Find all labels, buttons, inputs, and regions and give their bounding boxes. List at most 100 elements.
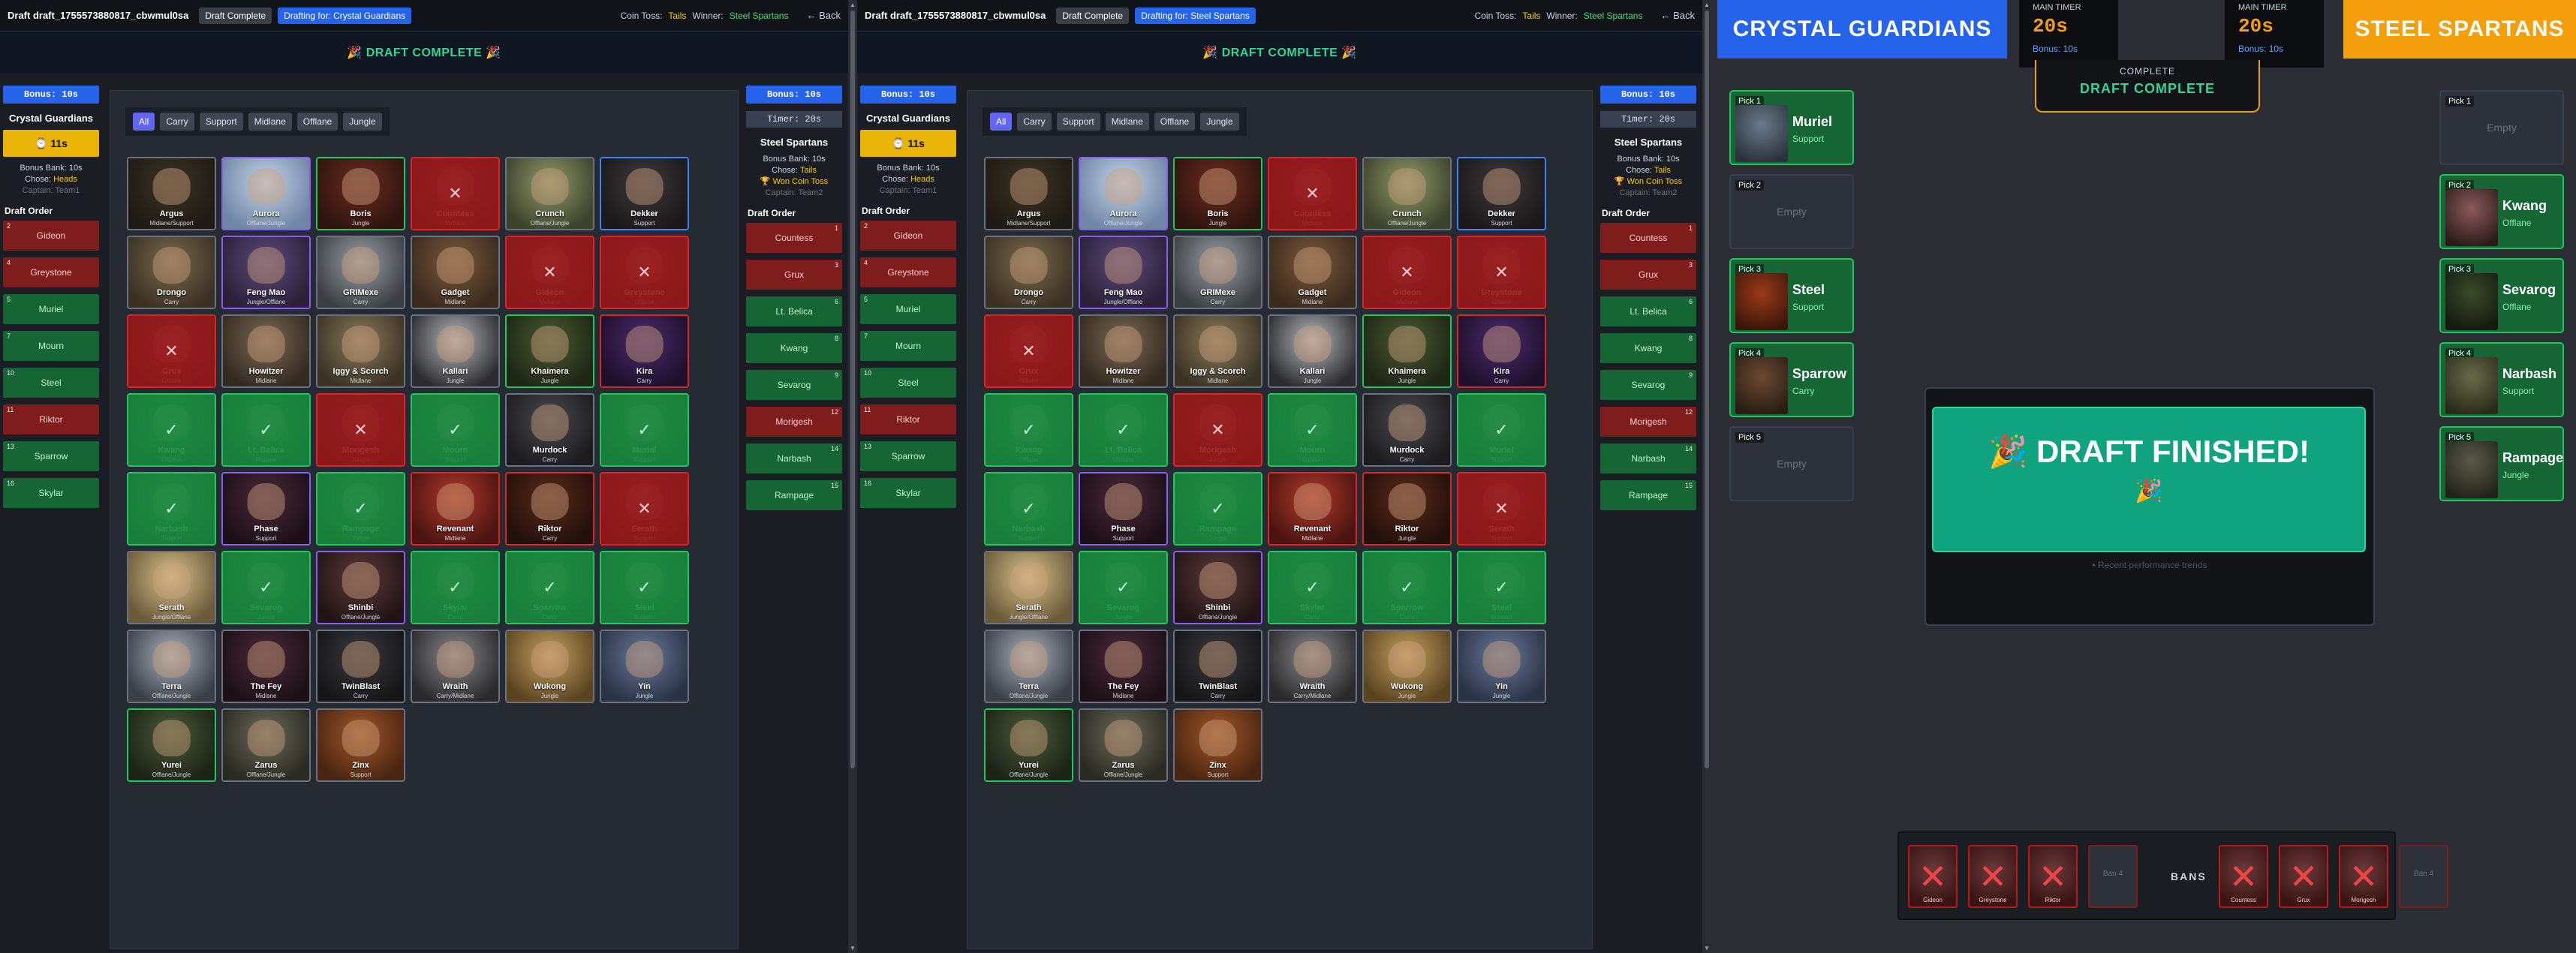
hero-card-muriel[interactable]: MurielSupport✓	[600, 393, 689, 467]
hero-card-revenant[interactable]: Revenant Midlane	[411, 472, 500, 546]
panel-2-scrollbar[interactable]: ▲ ▼	[1702, 0, 1711, 953]
hero-card-terra[interactable]: Terra Offlane/Jungle	[984, 630, 1073, 703]
hero-card-narbash[interactable]: NarbashSupport✓	[984, 472, 1073, 546]
hero-card-grimexe[interactable]: GRIMexe Carry	[316, 236, 405, 309]
draft-complete-button[interactable]: Draft Complete	[199, 7, 272, 24]
hero-card-howitzer[interactable]: Howitzer Midlane	[1079, 314, 1168, 388]
hero-card-muriel[interactable]: MurielSupport✓	[1457, 393, 1546, 467]
hero-card-wukong[interactable]: Wukong Jungle	[505, 630, 594, 703]
hero-card-mourn[interactable]: MournSupport✓	[411, 393, 500, 467]
hero-card-zinx[interactable]: Zinx Support	[1173, 708, 1262, 782]
hero-card-kallari[interactable]: Kallari Jungle	[1268, 314, 1357, 388]
hero-card-kira[interactable]: Kira Carry	[600, 314, 689, 388]
hero-card-dekker[interactable]: Dekker Support	[1457, 157, 1546, 230]
hero-card-wraith[interactable]: Wraith Carry/Midlane	[1268, 630, 1357, 703]
drafting-for-button[interactable]: Drafting for: Steel Spartans	[1135, 7, 1256, 24]
hero-card-wukong[interactable]: Wukong Jungle	[1362, 630, 1452, 703]
hero-card-iggy-scorch[interactable]: Iggy & Scorch Midlane	[316, 314, 405, 388]
scroll-thumb[interactable]	[1705, 11, 1709, 768]
hero-card-aurora[interactable]: Aurora Offlane/Jungle	[1079, 157, 1168, 230]
hero-card-countess[interactable]: CountessMidlane✕	[1268, 157, 1357, 230]
draft-complete-button[interactable]: Draft Complete	[1056, 7, 1130, 24]
drafting-for-button[interactable]: Drafting for: Crystal Guardians	[278, 7, 412, 24]
hero-card-boris[interactable]: Boris Jungle	[1173, 157, 1262, 230]
hero-card-crunch[interactable]: Crunch Offlane/Jungle	[505, 157, 594, 230]
hero-card-greystone[interactable]: GreystoneOfflane✕	[1457, 236, 1546, 309]
filter-offlane[interactable]: Offlane	[1154, 113, 1196, 131]
hero-card-yurei[interactable]: Yurei Offlane/Jungle	[984, 708, 1073, 782]
hero-card-rampage[interactable]: RampageJungle✓	[1173, 472, 1262, 546]
hero-card-twinblast[interactable]: TwinBlast Carry	[1173, 630, 1262, 703]
hero-card-zarus[interactable]: Zarus Offlane/Jungle	[1079, 708, 1168, 782]
hero-card-drongo[interactable]: Drongo Carry	[127, 236, 216, 309]
scroll-down-icon[interactable]: ▼	[1704, 945, 1710, 951]
hero-card-dekker[interactable]: Dekker Support	[600, 157, 689, 230]
hero-card-aurora[interactable]: Aurora Offlane/Jungle	[221, 157, 311, 230]
hero-card-serath[interactable]: SerathSupport✕	[600, 472, 689, 546]
filter-jungle[interactable]: Jungle	[1200, 113, 1239, 131]
filter-offlane[interactable]: Offlane	[296, 113, 339, 131]
hero-card-steel[interactable]: SteelSupport✓	[1457, 551, 1546, 624]
hero-card-riktor[interactable]: Riktor Carry	[505, 472, 594, 546]
hero-card-countess[interactable]: CountessMidlane✕	[411, 157, 500, 230]
hero-card-terra[interactable]: Terra Offlane/Jungle	[127, 630, 216, 703]
scroll-down-icon[interactable]: ▼	[850, 945, 856, 951]
hero-card-lt-belica[interactable]: Lt. BelicaMidlane✓	[221, 393, 311, 467]
scroll-up-icon[interactable]: ▲	[850, 2, 856, 8]
hero-card-greystone[interactable]: GreystoneOfflane✕	[600, 236, 689, 309]
hero-card-feng-mao[interactable]: Feng Mao Jungle/Offlane	[221, 236, 311, 309]
filter-midlane[interactable]: Midlane	[248, 113, 292, 131]
filter-support[interactable]: Support	[199, 113, 243, 131]
hero-card-gadget[interactable]: Gadget Midlane	[411, 236, 500, 309]
filter-all[interactable]: All	[133, 113, 155, 131]
hero-card-sevarog[interactable]: SevarogJungle✓	[1079, 551, 1168, 624]
hero-card-grux[interactable]: GruxOfflane✕	[984, 314, 1073, 388]
hero-card-argus[interactable]: Argus Midlane/Support	[984, 157, 1073, 230]
hero-card-boris[interactable]: Boris Jungle	[316, 157, 405, 230]
hero-card-serath[interactable]: Serath Jungle/Offlane	[984, 551, 1073, 624]
hero-card-murdock[interactable]: Murdock Carry	[1362, 393, 1452, 467]
hero-card-twinblast[interactable]: TwinBlast Carry	[316, 630, 405, 703]
hero-card-the-fey[interactable]: The Fey Midlane	[1079, 630, 1168, 703]
filter-support[interactable]: Support	[1056, 113, 1100, 131]
hero-card-phase[interactable]: Phase Support	[1079, 472, 1168, 546]
hero-card-sparrow[interactable]: SparrowCarry✓	[505, 551, 594, 624]
filter-all[interactable]: All	[990, 113, 1013, 131]
hero-card-mourn[interactable]: MournSupport✓	[1268, 393, 1357, 467]
hero-card-shinbi[interactable]: Shinbi Offlane/Jungle	[316, 551, 405, 624]
filter-midlane[interactable]: Midlane	[1105, 113, 1149, 131]
hero-card-khaimera[interactable]: Khaimera Jungle	[1362, 314, 1452, 388]
hero-card-gadget[interactable]: Gadget Midlane	[1268, 236, 1357, 309]
hero-card-lt-belica[interactable]: Lt. BelicaMidlane✓	[1079, 393, 1168, 467]
hero-card-kwang[interactable]: KwangOfflane✓	[127, 393, 216, 467]
hero-card-grux[interactable]: GruxOfflane✕	[127, 314, 216, 388]
hero-card-morigesh[interactable]: MorigeshJungle✕	[316, 393, 405, 467]
hero-card-kwang[interactable]: KwangOfflane✓	[984, 393, 1073, 467]
hero-card-serath[interactable]: SerathSupport✕	[1457, 472, 1546, 546]
hero-card-sevarog[interactable]: SevarogJungle✓	[221, 551, 311, 624]
hero-card-iggy-scorch[interactable]: Iggy & Scorch Midlane	[1173, 314, 1262, 388]
panel-1-scrollbar[interactable]: ▲ ▼	[848, 0, 857, 953]
hero-card-gideon[interactable]: GideonMidlane✕	[1362, 236, 1452, 309]
hero-card-kallari[interactable]: Kallari Jungle	[411, 314, 500, 388]
hero-card-gideon[interactable]: GideonMidlane✕	[505, 236, 594, 309]
filter-carry[interactable]: Carry	[160, 113, 194, 131]
hero-card-the-fey[interactable]: The Fey Midlane	[221, 630, 311, 703]
hero-card-khaimera[interactable]: Khaimera Jungle	[505, 314, 594, 388]
hero-card-skylar[interactable]: SkylarCarry✓	[411, 551, 500, 624]
hero-card-sparrow[interactable]: SparrowCarry✓	[1362, 551, 1452, 624]
hero-card-drongo[interactable]: Drongo Carry	[984, 236, 1073, 309]
hero-card-revenant[interactable]: Revenant Midlane	[1268, 472, 1357, 546]
hero-card-wraith[interactable]: Wraith Carry/Midlane	[411, 630, 500, 703]
hero-card-zinx[interactable]: Zinx Support	[316, 708, 405, 782]
hero-card-steel[interactable]: SteelSupport✓	[600, 551, 689, 624]
hero-card-yurei[interactable]: Yurei Offlane/Jungle	[127, 708, 216, 782]
hero-card-argus[interactable]: Argus Midlane/Support	[127, 157, 216, 230]
hero-card-riktor[interactable]: Riktor Jungle	[1362, 472, 1452, 546]
hero-card-feng-mao[interactable]: Feng Mao Jungle/Offlane	[1079, 236, 1168, 309]
hero-card-skylar[interactable]: SkylarCarry✓	[1268, 551, 1357, 624]
hero-card-rampage[interactable]: RampageJungle✓	[316, 472, 405, 546]
hero-card-kira[interactable]: Kira Carry	[1457, 314, 1546, 388]
back-button[interactable]: ← Back	[1660, 10, 1695, 21]
hero-card-yin[interactable]: Yin Jungle	[600, 630, 689, 703]
